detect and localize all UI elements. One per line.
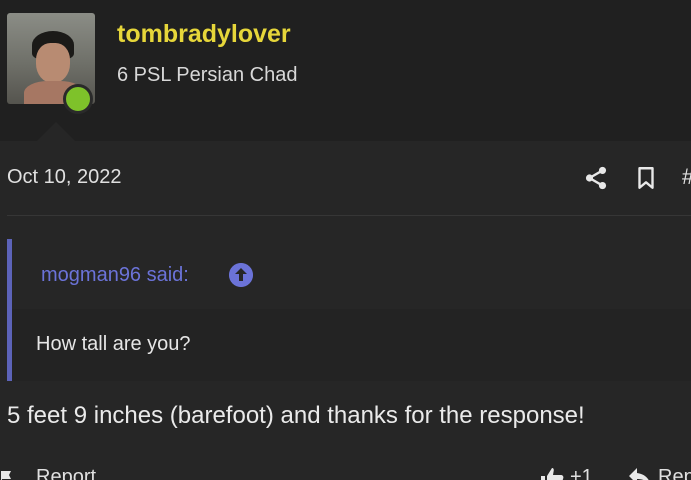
online-status-indicator [63, 84, 93, 114]
quote-text: How tall are you? [36, 333, 191, 355]
post-user-header: tombradylover 6 PSL Persian Chad [0, 0, 691, 141]
user-title: 6 PSL Persian Chad [117, 64, 298, 86]
quote-author-link[interactable]: mogman96 said: [41, 264, 189, 287]
header-pointer [37, 122, 75, 141]
post-message: 5 feet 9 inches (barefoot) and thanks fo… [7, 402, 585, 429]
post-footer: Report +1 Reply [0, 462, 691, 480]
thumbs-up-icon[interactable] [539, 466, 565, 480]
avatar-face [36, 43, 70, 83]
report-button[interactable]: Report [10, 466, 96, 480]
reply-button[interactable]: Reply [658, 466, 691, 480]
username-link[interactable]: tombradylover [117, 20, 291, 49]
share-icon[interactable] [583, 164, 609, 192]
report-label: Report [36, 466, 97, 480]
up-arrow-icon[interactable] [229, 263, 253, 287]
post-permalink[interactable]: # [682, 164, 691, 190]
bookmark-icon[interactable] [633, 164, 659, 192]
post-divider [7, 215, 691, 216]
reply-icon[interactable] [627, 466, 653, 480]
post-date[interactable]: Oct 10, 2022 [7, 166, 122, 189]
quote-header: mogman96 said: [12, 239, 691, 309]
quote-block: mogman96 said: How tall are you? [7, 239, 691, 381]
like-count: +1 [570, 466, 593, 480]
